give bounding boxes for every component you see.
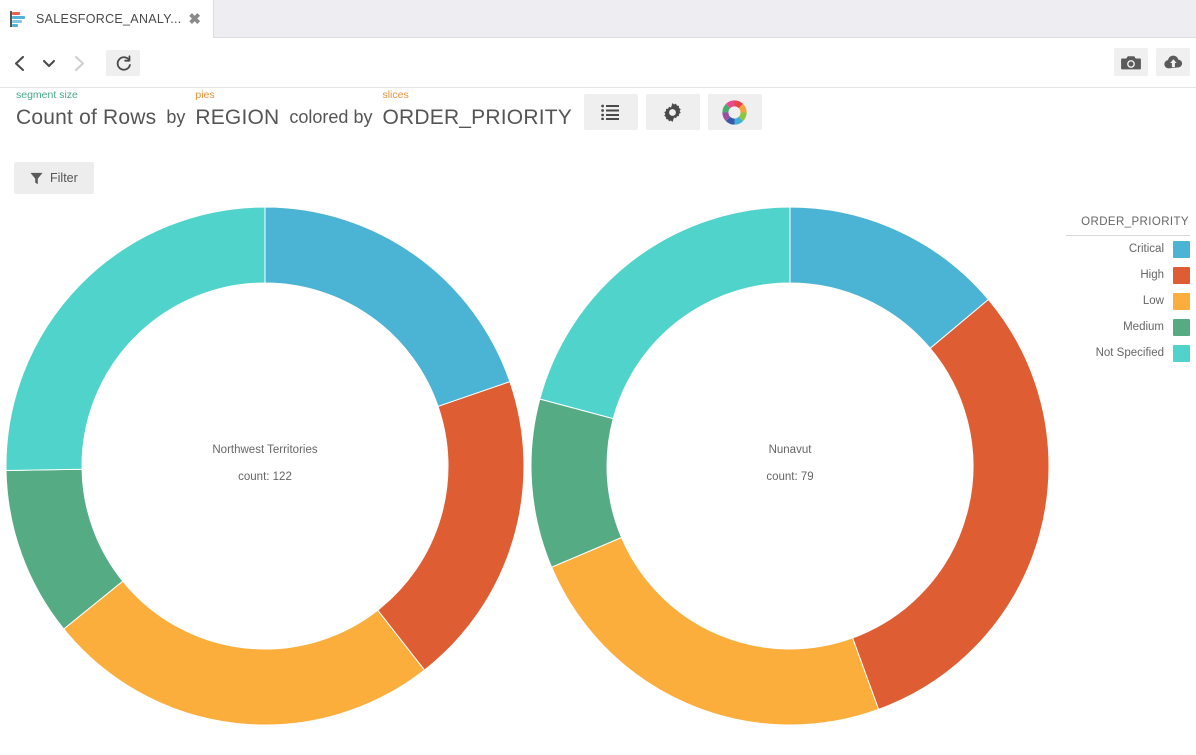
legend-item-label: Not Specified [1095, 347, 1164, 359]
legend: ORDER_PRIORITY Critical High Low Medium Not … [1066, 216, 1190, 366]
donut-slice-high[interactable] [376, 381, 525, 671]
legend-item-not-specified[interactable]: Not Specified [1066, 340, 1190, 366]
donut-count-0: count: 122 [238, 471, 292, 483]
donut-slice-not-specified[interactable] [539, 206, 791, 420]
navigation-bar [0, 38, 1196, 88]
legend-title: ORDER_PRIORITY [1066, 216, 1190, 236]
chevron-down-icon [42, 59, 56, 68]
legend-item-high[interactable]: High [1066, 262, 1190, 288]
legend-item-label: Medium [1123, 321, 1164, 333]
legend-item-label: Low [1142, 295, 1164, 307]
refresh-icon [116, 54, 131, 71]
donut-center-label-1: Nunavut count: 79 [630, 444, 950, 483]
donut-slice-low[interactable] [550, 536, 880, 726]
chart-area: Northwest Territories count: 122 Nunavut… [0, 194, 1196, 739]
legend-item-swatch [1173, 344, 1190, 362]
filter-row: Filter [0, 150, 1196, 194]
query-row: segment size Count of Rows by pies REGIO… [0, 89, 1196, 130]
query-buttons [583, 94, 762, 130]
filter-button-label: Filter [50, 171, 78, 185]
color-palette-button[interactable] [707, 94, 762, 130]
cloud-upload-icon [1163, 55, 1182, 68]
close-icon[interactable]: ✖ [186, 12, 203, 27]
pies-field[interactable]: pies REGION [195, 89, 280, 130]
legend-item-swatch [1173, 266, 1190, 284]
slices-field[interactable]: slices ORDER_PRIORITY [382, 89, 572, 130]
donut-slice-low[interactable] [63, 580, 426, 726]
legend-items: Critical High Low Medium Not Specified [1066, 236, 1190, 366]
donut-count-1: count: 79 [766, 471, 814, 483]
legend-item-swatch [1173, 292, 1190, 310]
donut-center-label-0: Northwest Territories count: 122 [105, 444, 425, 483]
list-view-button[interactable] [583, 94, 638, 130]
camera-icon [1121, 55, 1141, 69]
nav-right-group [1114, 48, 1190, 76]
upload-button[interactable] [1156, 48, 1190, 76]
query-bar: segment size Count of Rows by pies REGIO… [0, 88, 1196, 150]
snapshot-button[interactable] [1114, 48, 1148, 76]
slices-field-label: slices [382, 89, 409, 101]
filter-button[interactable]: Filter [14, 162, 94, 194]
bar-chart-icon [10, 11, 28, 27]
query-connector-by: by [166, 107, 186, 127]
legend-item-low[interactable]: Low [1066, 288, 1190, 314]
legend-item-medium[interactable]: Medium [1066, 314, 1190, 340]
query-connector-colored-by: colored by [289, 107, 373, 127]
legend-item-label: Critical [1128, 243, 1164, 255]
measure-field-label: segment size [16, 89, 78, 101]
tab-bar: SALESFORCE_ANALY... ✖ [0, 0, 1196, 38]
nav-left-group [4, 48, 140, 78]
pies-field-value: REGION [195, 106, 280, 129]
color-wheel-icon [722, 99, 748, 125]
forward-button[interactable] [64, 48, 94, 78]
gear-icon [664, 102, 682, 122]
legend-item-swatch [1173, 318, 1190, 336]
measure-field[interactable]: segment size Count of Rows [16, 89, 157, 130]
back-button[interactable] [4, 48, 34, 78]
donut-slice-not-specified[interactable] [5, 206, 266, 472]
slices-field-value: ORDER_PRIORITY [382, 106, 572, 129]
donut-region-name-1: Nunavut [768, 444, 812, 456]
donut-slice-critical[interactable] [264, 206, 511, 408]
history-dropdown-button[interactable] [34, 48, 64, 78]
measure-field-value: Count of Rows [16, 106, 157, 129]
legend-item-swatch [1173, 240, 1190, 258]
donut-region-name-0: Northwest Territories [212, 444, 318, 456]
legend-item-critical[interactable]: Critical [1066, 236, 1190, 262]
pies-field-label: pies [195, 89, 215, 101]
tab-salesforce-analytics[interactable]: SALESFORCE_ANALY... ✖ [0, 0, 214, 38]
donut-slice-medium[interactable] [530, 398, 623, 568]
chevron-left-icon [14, 55, 24, 71]
refresh-button[interactable] [106, 50, 140, 76]
donut-slice-high[interactable] [851, 298, 1050, 711]
funnel-icon [30, 172, 43, 184]
legend-item-label: High [1140, 269, 1164, 281]
list-icon [601, 104, 620, 120]
chevron-right-icon [74, 55, 84, 71]
settings-button[interactable] [645, 94, 700, 130]
tab-label: SALESFORCE_ANALY... [36, 12, 182, 26]
